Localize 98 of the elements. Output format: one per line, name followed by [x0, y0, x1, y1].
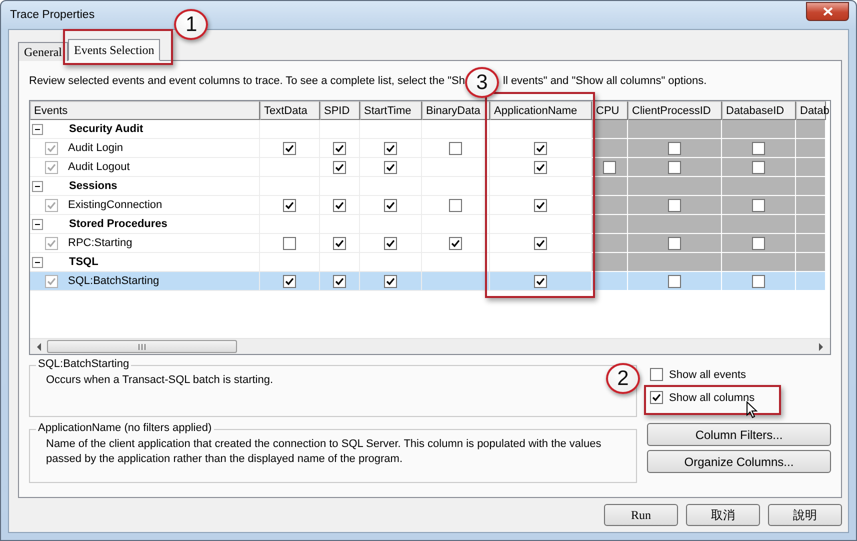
event-row[interactable]: Audit Logout [30, 158, 260, 177]
column-checkbox[interactable] [668, 142, 681, 154]
tab[interactable]: General [18, 42, 68, 61]
event-row[interactable]: SQL:BatchStarting [30, 272, 260, 291]
column-checkbox[interactable] [752, 160, 765, 174]
event-label: Audit Logout [68, 161, 130, 173]
dialog-button[interactable]: 說明 [768, 504, 842, 526]
group-title: ApplicationName (no filters applied) [36, 422, 214, 434]
collapse-icon[interactable] [32, 256, 43, 268]
column-checkbox[interactable] [384, 142, 397, 154]
option-label[interactable]: Show all events [669, 368, 746, 380]
option-checkbox[interactable] [650, 368, 663, 381]
column-checkbox[interactable] [668, 236, 681, 250]
column-checkbox[interactable] [283, 236, 296, 250]
dialog-button[interactable]: Run [604, 504, 678, 526]
column-checkbox[interactable] [449, 142, 462, 154]
column-header[interactable]: BinaryData [422, 101, 490, 120]
horizontal-scrollbar[interactable] [30, 338, 830, 354]
callout-number: 2 [606, 363, 640, 394]
callout-number: 3 [465, 67, 499, 98]
category-label: Security Audit [69, 123, 144, 135]
close-icon [822, 6, 832, 16]
mouse-pointer-icon [746, 401, 758, 419]
column-checkbox[interactable] [449, 236, 462, 250]
column-checkbox[interactable] [534, 142, 547, 154]
column-checkbox[interactable] [333, 274, 346, 288]
category-row[interactable]: Stored Procedures [30, 215, 260, 234]
window-title: Trace Properties [9, 9, 95, 21]
event-checkbox[interactable] [45, 160, 58, 174]
instruction-text: ll events" and "Show all columns" options. [503, 75, 707, 87]
column-checkbox[interactable] [534, 236, 547, 250]
category-label: Stored Procedures [69, 218, 168, 230]
column-header[interactable]: TextData [260, 101, 320, 120]
event-row[interactable]: RPC:Starting [30, 234, 260, 253]
tab[interactable]: Events Selection [68, 39, 160, 61]
column-checkbox[interactable] [283, 142, 296, 154]
event-row[interactable]: Audit Login [30, 139, 260, 158]
close-button[interactable] [806, 2, 849, 20]
category-label: Sessions [69, 180, 118, 192]
event-checkbox[interactable] [45, 236, 58, 250]
option-label[interactable]: Show all columns [669, 392, 755, 404]
side-button[interactable]: Column Filters... [647, 423, 831, 446]
column-header[interactable]: DatabaseID [722, 101, 796, 120]
column-checkbox[interactable] [283, 198, 296, 212]
column-checkbox[interactable] [333, 198, 346, 212]
description-text: Name of the client application that created the connection to SQL Server. This column is populated with the values passed by the application rather than the displayed name of the program. [46, 437, 602, 467]
column-header[interactable]: SPID [320, 101, 360, 120]
event-checkbox[interactable] [45, 198, 58, 212]
scroll-left-icon [35, 342, 43, 350]
column-header[interactable]: StartTime [360, 101, 422, 120]
column-checkbox[interactable] [752, 198, 765, 212]
event-label: SQL:BatchStarting [68, 275, 160, 287]
option-checkbox[interactable] [650, 391, 663, 404]
event-label: ExistingConnection [68, 199, 162, 211]
column-header[interactable]: Events [30, 101, 260, 120]
column-checkbox[interactable] [333, 142, 346, 154]
column-checkbox[interactable] [752, 142, 765, 154]
column-checkbox[interactable] [283, 274, 296, 288]
column-checkbox[interactable] [333, 160, 346, 174]
dialog-button[interactable]: 取消 [686, 504, 760, 526]
collapse-icon[interactable] [32, 124, 43, 134]
scroll-right-icon [817, 342, 825, 350]
instruction-text: Review selected events and event columns to trace. To see a complete list, select the "Sh [29, 75, 465, 87]
scrollbar-thumb[interactable] [47, 340, 237, 353]
column-checkbox[interactable] [668, 160, 681, 174]
category-row[interactable]: Security Audit [30, 120, 260, 139]
column-checkbox[interactable] [752, 274, 765, 288]
column-header[interactable]: ClientProcessID [628, 101, 722, 120]
column-checkbox[interactable] [384, 198, 397, 212]
column-checkbox[interactable] [752, 236, 765, 250]
column-checkbox[interactable] [384, 274, 397, 288]
column-checkbox[interactable] [534, 198, 547, 212]
column-checkbox[interactable] [384, 236, 397, 250]
grip-icon [138, 344, 146, 350]
callout-number: 1 [174, 9, 208, 40]
collapse-icon[interactable] [32, 218, 43, 230]
category-row[interactable]: Sessions [30, 177, 260, 196]
side-button[interactable]: Organize Columns... [647, 450, 831, 473]
event-label: Audit Login [68, 142, 124, 154]
event-checkbox[interactable] [45, 274, 58, 288]
event-row[interactable]: ExistingConnection [30, 196, 260, 215]
description-text: Occurs when a Transact-SQL batch is starting. [46, 373, 274, 388]
column-checkbox[interactable] [534, 274, 547, 288]
column-checkbox[interactable] [384, 160, 397, 174]
category-label: TSQL [69, 256, 98, 268]
column-header[interactable]: CPU [592, 101, 628, 120]
event-checkbox[interactable] [45, 142, 58, 154]
column-checkbox[interactable] [668, 274, 681, 288]
column-checkbox[interactable] [449, 198, 462, 212]
category-row[interactable]: TSQL [30, 253, 260, 272]
column-checkbox[interactable] [534, 160, 547, 174]
collapse-icon[interactable] [32, 180, 43, 192]
column-checkbox[interactable] [333, 236, 346, 250]
event-label: RPC:Starting [68, 237, 132, 249]
column-header[interactable]: ApplicationName [490, 101, 592, 120]
group-title: SQL:BatchStarting [36, 358, 132, 370]
column-checkbox[interactable] [603, 160, 616, 174]
column-checkbox[interactable] [668, 198, 681, 212]
